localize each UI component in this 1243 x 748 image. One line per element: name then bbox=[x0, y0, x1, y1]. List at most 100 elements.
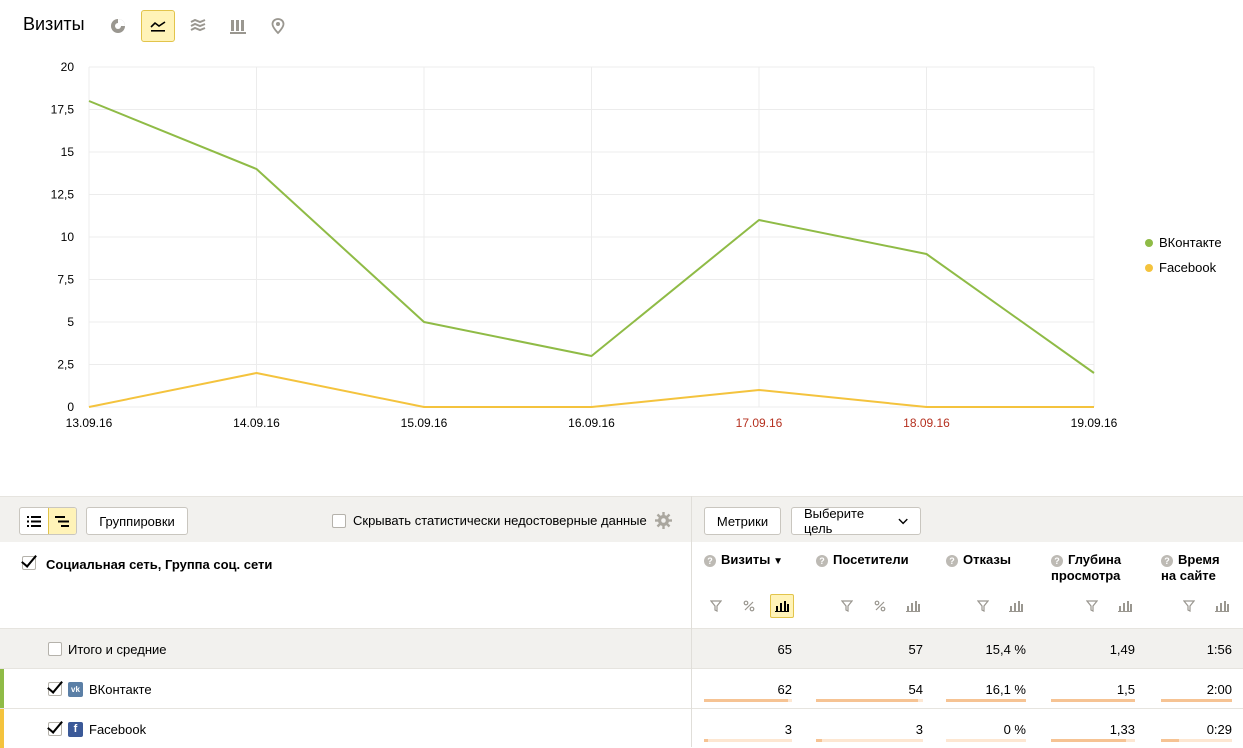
cell-value: 57 bbox=[908, 642, 923, 657]
filter-icon bbox=[977, 600, 989, 612]
row-checkbox[interactable] bbox=[48, 642, 62, 656]
column-header[interactable]: ? Глубина просмотра bbox=[1051, 552, 1121, 584]
line-chart-view-button[interactable] bbox=[141, 10, 175, 42]
y-tick-label: 17,5 bbox=[51, 103, 75, 117]
row-label[interactable]: ВКонтакте bbox=[89, 682, 152, 697]
row-series-color bbox=[0, 669, 4, 708]
column-header-label: Время bbox=[1178, 552, 1220, 567]
goal-select-label: Выберите цель bbox=[804, 506, 865, 536]
cell-value: 1,5 bbox=[1116, 682, 1135, 697]
tree-list-toggle[interactable] bbox=[47, 508, 76, 534]
column-filter-button[interactable] bbox=[1177, 594, 1201, 618]
column-bars-button[interactable] bbox=[1210, 594, 1234, 618]
bar-chart-icon bbox=[1215, 601, 1229, 612]
column-filter-button[interactable] bbox=[971, 594, 995, 618]
percent-icon bbox=[874, 600, 886, 612]
sort-desc-icon[interactable]: ▼ bbox=[770, 556, 783, 567]
cell-share-bar-fill bbox=[704, 739, 709, 742]
total-row[interactable]: Итого и средние 65 57 15,4 % 1,49 1:56 bbox=[0, 628, 1243, 668]
groupings-button[interactable]: Группировки bbox=[86, 507, 188, 535]
bar-chart-icon bbox=[775, 601, 789, 612]
cell-share-bar bbox=[704, 699, 792, 702]
column-tools bbox=[704, 594, 794, 618]
column-bars-button[interactable] bbox=[1004, 594, 1028, 618]
column-bars-button[interactable] bbox=[1113, 594, 1137, 618]
column-tools bbox=[835, 594, 925, 618]
area-chart-view-button[interactable] bbox=[181, 10, 215, 42]
chart-legend: ВКонтакте Facebook bbox=[1145, 230, 1222, 280]
sampling-settings-button[interactable] bbox=[655, 512, 672, 534]
y-tick-label: 2,5 bbox=[57, 358, 74, 372]
filter-icon bbox=[1086, 600, 1098, 612]
column-header[interactable]: ? Посетители bbox=[816, 552, 909, 568]
table-row[interactable]: f Facebook 3 3 0 % 1,33 0:29 bbox=[0, 708, 1243, 748]
cell-share-bar bbox=[946, 699, 1026, 702]
column-header[interactable]: ? Отказы bbox=[946, 552, 1011, 568]
cell-share-bar bbox=[1161, 739, 1232, 742]
help-icon[interactable]: ? bbox=[1051, 555, 1063, 567]
facebook-icon: f bbox=[68, 722, 83, 737]
x-tick-label: 15.09.16 bbox=[401, 416, 448, 430]
cell-share-bar-fill bbox=[1051, 739, 1126, 742]
cell-value: 0:29 bbox=[1206, 722, 1232, 737]
hide-unreliable-label: Скрывать статистически недостоверные дан… bbox=[353, 513, 647, 528]
cell-value: 1:56 bbox=[1206, 642, 1232, 657]
y-tick-label: 20 bbox=[61, 60, 75, 74]
metrics-button[interactable]: Метрики bbox=[704, 507, 781, 535]
column-percent-button[interactable] bbox=[868, 594, 892, 618]
x-tick-label: 14.09.16 bbox=[233, 416, 280, 430]
y-tick-label: 15 bbox=[61, 145, 75, 159]
pie-chart-icon bbox=[111, 19, 125, 33]
goal-select[interactable]: Выберите цель bbox=[791, 506, 921, 536]
help-icon[interactable]: ? bbox=[816, 555, 828, 567]
chevron-down-icon bbox=[898, 518, 908, 524]
legend-label: ВКонтакте bbox=[1159, 235, 1222, 250]
column-filter-button[interactable] bbox=[835, 594, 859, 618]
column-header[interactable]: ? Время на сайте bbox=[1161, 552, 1220, 584]
cell-value: 16,1 % bbox=[985, 682, 1026, 697]
column-bars-button[interactable] bbox=[770, 594, 794, 618]
bar-chart-view-button[interactable] bbox=[221, 10, 255, 42]
help-icon[interactable]: ? bbox=[946, 555, 958, 567]
report-header: Визиты bbox=[0, 0, 1243, 52]
dimension-select-all-checkbox[interactable] bbox=[22, 556, 36, 570]
column-tools bbox=[1080, 594, 1137, 618]
column-percent-button[interactable] bbox=[737, 594, 761, 618]
cell-value: 1,33 bbox=[1109, 722, 1135, 737]
column-header[interactable]: ? Визиты ▼ bbox=[704, 552, 783, 570]
column-header-label: Визиты bbox=[721, 552, 771, 567]
dimension-title: Социальная сеть, Группа соц. сети bbox=[46, 557, 273, 572]
filter-icon bbox=[1183, 600, 1195, 612]
cell-value: 15,4 % bbox=[985, 642, 1026, 657]
column-header-label-line2: на сайте bbox=[1161, 568, 1216, 583]
x-tick-label: 17.09.16 bbox=[736, 416, 783, 430]
row-checkbox[interactable] bbox=[48, 682, 62, 696]
row-label[interactable]: Facebook bbox=[89, 722, 146, 737]
y-tick-label: 12,5 bbox=[51, 188, 75, 202]
hide-unreliable-toggle[interactable]: Скрывать статистически недостоверные дан… bbox=[332, 513, 647, 528]
help-icon[interactable]: ? bbox=[704, 555, 716, 567]
y-tick-label: 5 bbox=[67, 315, 74, 329]
legend-item[interactable]: ВКонтакте bbox=[1145, 230, 1222, 255]
flat-list-toggle[interactable] bbox=[20, 508, 48, 534]
column-bars-button[interactable] bbox=[901, 594, 925, 618]
x-tick-label: 19.09.16 bbox=[1071, 416, 1118, 430]
hide-unreliable-checkbox[interactable] bbox=[332, 513, 346, 528]
table-column-divider bbox=[691, 496, 692, 747]
cell-share-bar bbox=[1051, 699, 1135, 702]
table-row[interactable]: vk ВКонтакте 62 54 16,1 % 1,5 2:00 bbox=[0, 668, 1243, 708]
column-filter-button[interactable] bbox=[1080, 594, 1104, 618]
help-icon[interactable]: ? bbox=[1161, 555, 1173, 567]
cell-share-bar-fill bbox=[704, 699, 788, 702]
legend-item[interactable]: Facebook bbox=[1145, 255, 1222, 280]
column-filter-button[interactable] bbox=[704, 594, 728, 618]
table-toolbar: Группировки Скрывать статистически недос… bbox=[0, 496, 1243, 542]
line-chart-icon bbox=[150, 21, 166, 32]
y-tick-label: 0 bbox=[67, 400, 74, 414]
cell-share-bar-fill bbox=[1161, 739, 1179, 742]
map-view-button[interactable] bbox=[261, 10, 295, 42]
column-header-label: Отказы bbox=[963, 552, 1011, 567]
pie-chart-view-button[interactable] bbox=[101, 10, 135, 42]
row-checkbox[interactable] bbox=[48, 722, 62, 736]
table-header: Социальная сеть, Группа соц. сети ? Визит… bbox=[0, 542, 1243, 628]
